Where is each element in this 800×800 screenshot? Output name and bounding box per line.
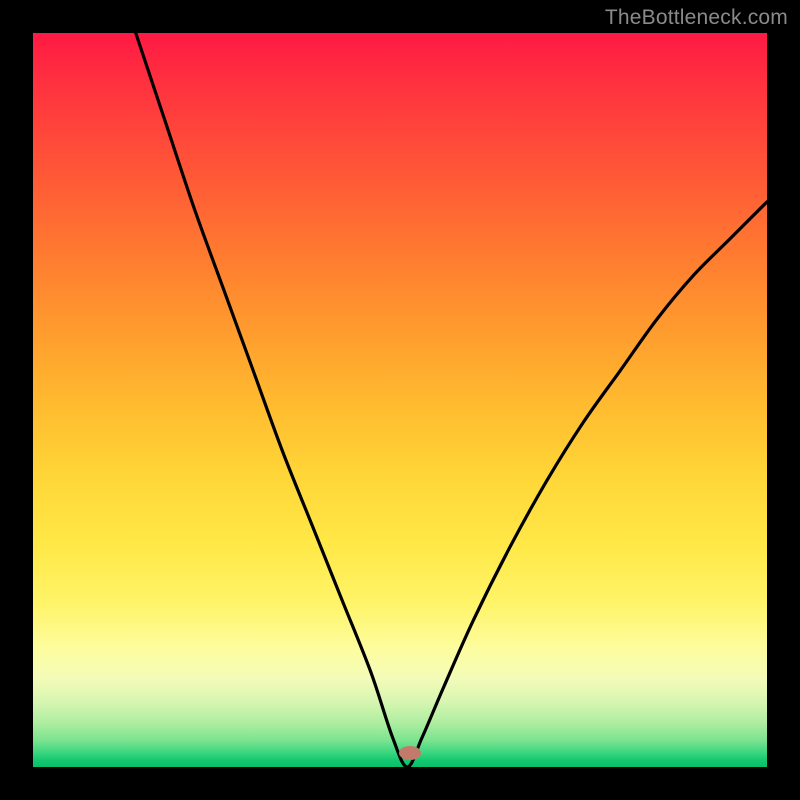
optimal-marker-icon bbox=[399, 746, 421, 760]
watermark-text: TheBottleneck.com bbox=[605, 6, 788, 30]
plot-area bbox=[33, 33, 767, 767]
bottleneck-curve bbox=[33, 33, 767, 767]
chart-frame: TheBottleneck.com bbox=[0, 0, 800, 800]
